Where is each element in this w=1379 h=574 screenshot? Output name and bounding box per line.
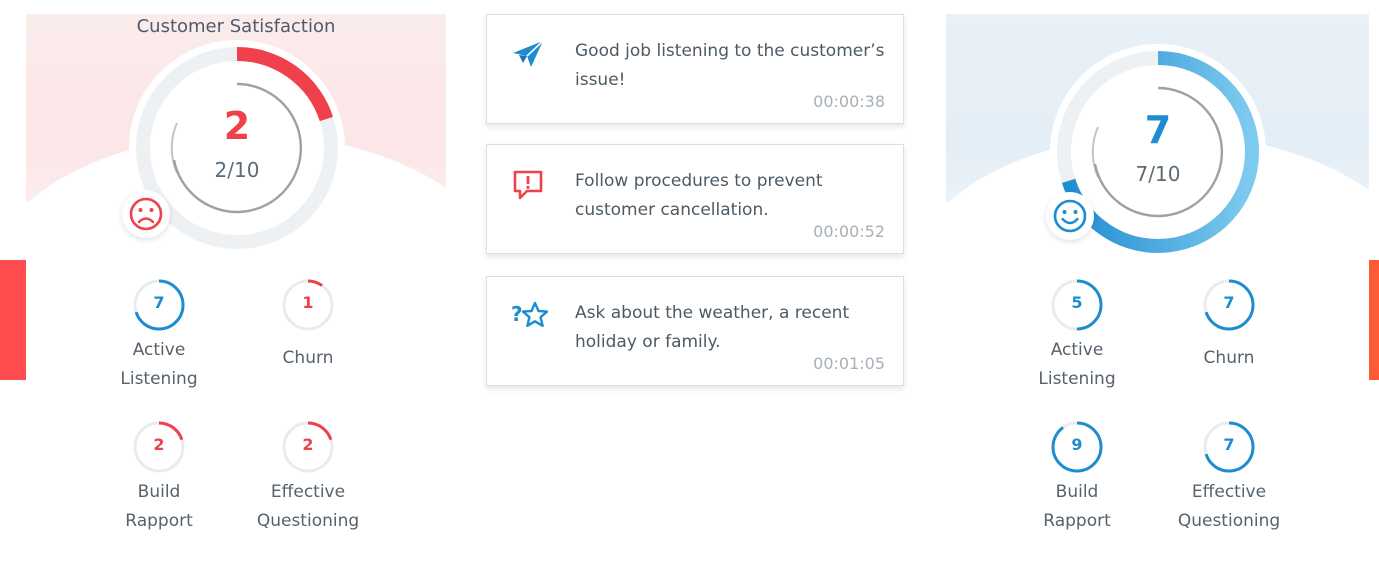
feedback-text: Good job listening to the customer’s iss… bbox=[575, 41, 885, 90]
metric-ring: 7 bbox=[1200, 276, 1258, 334]
feedback-text: Follow procedures to prevent customer ca… bbox=[575, 171, 823, 220]
metric-label: Active Listening bbox=[1038, 340, 1116, 389]
metric-active-listening: 5 Active Listening bbox=[1002, 276, 1152, 394]
positive-score-panel: 7 7/10 5 Active Listening 7 Churn 9 Buil… bbox=[946, 14, 1369, 574]
metric-value: 7 bbox=[1223, 435, 1235, 454]
metric-ring: 5 bbox=[1048, 276, 1106, 334]
metric-label: Effective Questioning bbox=[256, 482, 360, 531]
paper-plane-icon bbox=[511, 37, 545, 71]
metric-churn: 7 Churn bbox=[1154, 276, 1304, 373]
metric-ring: 2 bbox=[130, 418, 188, 476]
metric-ring: 1 bbox=[279, 276, 337, 334]
left-accent-bar bbox=[0, 260, 26, 380]
metric-value: 9 bbox=[1071, 435, 1083, 454]
satisfaction-score: 7 bbox=[1144, 108, 1172, 152]
metric-value: 5 bbox=[1071, 293, 1083, 312]
metric-value: 7 bbox=[153, 293, 165, 312]
negative-score-panel: Customer Satisfaction 2 2/10 7 Active Li… bbox=[26, 14, 446, 574]
metric-effective-questioning: 2 Effective Questioning bbox=[233, 418, 383, 536]
metric-value: 2 bbox=[302, 435, 314, 454]
metric-label: Active Listening bbox=[120, 340, 198, 389]
metric-label: Churn bbox=[282, 348, 334, 368]
metric-ring: 7 bbox=[1200, 418, 1258, 476]
mood-badge bbox=[1046, 192, 1094, 240]
feedback-timestamp: 00:01:05 bbox=[813, 354, 885, 373]
metric-active-listening: 7 Active Listening bbox=[84, 276, 234, 394]
feedback-card[interactable]: Good job listening to the customer’s iss… bbox=[486, 14, 904, 124]
metric-effective-questioning: 7 Effective Questioning bbox=[1154, 418, 1304, 536]
alert-message-icon bbox=[511, 167, 545, 201]
question-star-icon: ? bbox=[511, 299, 549, 333]
feedback-timestamp: 00:00:52 bbox=[813, 222, 885, 241]
metric-ring: 2 bbox=[279, 418, 337, 476]
feedback-card[interactable]: Follow procedures to prevent customer ca… bbox=[486, 144, 904, 254]
metric-value: 2 bbox=[153, 435, 165, 454]
feedback-card[interactable]: ? Ask about the weather, a recent holida… bbox=[486, 276, 904, 386]
metric-label: Churn bbox=[1203, 348, 1255, 368]
right-accent-bar bbox=[1369, 260, 1379, 380]
metric-ring: 7 bbox=[130, 276, 188, 334]
satisfaction-score: 2 bbox=[223, 104, 251, 148]
svg-text:?: ? bbox=[511, 302, 523, 326]
metric-value: 1 bbox=[302, 293, 314, 312]
metric-label: Build Rapport bbox=[1043, 482, 1111, 531]
feedback-timestamp: 00:00:38 bbox=[813, 92, 885, 111]
metric-churn: 1 Churn bbox=[233, 276, 383, 373]
metric-label: Build Rapport bbox=[125, 482, 193, 531]
metric-value: 7 bbox=[1223, 293, 1235, 312]
mood-badge bbox=[122, 190, 170, 238]
satisfaction-score-out-of: 2/10 bbox=[214, 158, 260, 182]
metric-ring: 9 bbox=[1048, 418, 1106, 476]
metric-build-rapport: 9 Build Rapport bbox=[1002, 418, 1152, 536]
satisfaction-score-out-of: 7/10 bbox=[1135, 162, 1181, 186]
metric-label: Effective Questioning bbox=[1177, 482, 1281, 531]
metric-build-rapport: 2 Build Rapport bbox=[84, 418, 234, 536]
feedback-text: Ask about the weather, a recent holiday … bbox=[575, 303, 850, 352]
